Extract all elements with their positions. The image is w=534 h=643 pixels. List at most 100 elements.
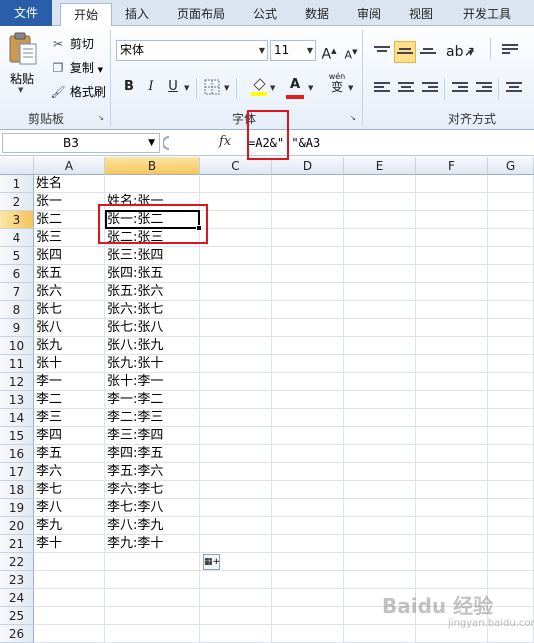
- grow-font-button[interactable]: A▲: [318, 40, 340, 63]
- border-dropdown-icon[interactable]: ▼: [224, 84, 229, 92]
- row-header-18[interactable]: 18: [0, 481, 34, 499]
- row-header-22[interactable]: 22: [0, 553, 34, 571]
- cell-b18[interactable]: 李六:李七: [105, 481, 200, 499]
- cell-b10[interactable]: 张八:张九: [105, 337, 200, 355]
- paste-dropdown-icon[interactable]: ▼: [18, 86, 23, 94]
- row-header-8[interactable]: 8: [0, 301, 34, 319]
- cell-b8[interactable]: 张六:张七: [105, 301, 200, 319]
- clipboard-launcher-icon[interactable]: ↘: [98, 114, 104, 122]
- cell-a8[interactable]: 张七: [34, 301, 105, 319]
- row-header-14[interactable]: 14: [0, 409, 34, 427]
- bold-button[interactable]: B: [118, 76, 140, 98]
- cell-a4[interactable]: 张三: [34, 229, 105, 247]
- phonetic-dropdown-icon[interactable]: ▼: [348, 84, 353, 92]
- column-header-e[interactable]: E: [344, 157, 416, 175]
- column-header-b[interactable]: B: [105, 157, 200, 175]
- decrease-indent-icon[interactable]: [452, 82, 468, 94]
- cell-a11[interactable]: 张十: [34, 355, 105, 373]
- row-header-7[interactable]: 7: [0, 283, 34, 301]
- cell-a15[interactable]: 李四: [34, 427, 105, 445]
- align-right-icon[interactable]: [422, 82, 438, 94]
- underline-button[interactable]: U: [162, 76, 184, 98]
- font-launcher-icon[interactable]: ↘: [350, 114, 356, 122]
- copy-button[interactable]: ❐ 复制 ▼: [50, 58, 103, 78]
- select-all-corner[interactable]: [0, 157, 34, 175]
- row-header-13[interactable]: 13: [0, 391, 34, 409]
- cell-b11[interactable]: 张九:张十: [105, 355, 200, 373]
- orientation-button[interactable]: ab↗: [446, 41, 475, 63]
- tab-formulas[interactable]: 公式: [244, 3, 286, 26]
- align-middle-button[interactable]: [394, 41, 416, 63]
- underline-dropdown-icon[interactable]: ▼: [184, 84, 189, 92]
- tab-data[interactable]: 数据: [296, 3, 338, 26]
- orientation-dropdown-icon[interactable]: ▼: [468, 49, 473, 57]
- row-header-11[interactable]: 11: [0, 355, 34, 373]
- row-header-1[interactable]: 1: [0, 175, 34, 193]
- cut-button[interactable]: ✂ 剪切: [50, 34, 94, 54]
- cell-b15[interactable]: 李三:李四: [105, 427, 200, 445]
- row-header-26[interactable]: 26: [0, 625, 34, 643]
- fill-color-dropdown-icon[interactable]: ▼: [270, 84, 275, 92]
- format-painter-button[interactable]: 🖌 格式刷: [50, 82, 105, 102]
- cell-a5[interactable]: 张四: [34, 247, 105, 265]
- align-left-icon[interactable]: [374, 82, 390, 94]
- active-cell-border[interactable]: [105, 210, 200, 229]
- cell-b17[interactable]: 李五:李六: [105, 463, 200, 481]
- cell-a9[interactable]: 张八: [34, 319, 105, 337]
- cell-b9[interactable]: 张七:张八: [105, 319, 200, 337]
- font-color-button[interactable]: A: [284, 74, 306, 96]
- row-header-20[interactable]: 20: [0, 517, 34, 535]
- paste-button[interactable]: 粘贴: [10, 70, 34, 87]
- cell-a12[interactable]: 李一: [34, 373, 105, 391]
- cell-b7[interactable]: 张五:张六: [105, 283, 200, 301]
- cell-a18[interactable]: 李七: [34, 481, 105, 499]
- cell-b16[interactable]: 李四:李五: [105, 445, 200, 463]
- cell-b21[interactable]: 李九:李十: [105, 535, 200, 553]
- tab-page-layout[interactable]: 页面布局: [166, 3, 236, 26]
- tab-developer[interactable]: 开发工具: [452, 3, 522, 26]
- cell-b6[interactable]: 张四:张五: [105, 265, 200, 283]
- chevron-down-icon[interactable]: ▼: [259, 41, 265, 60]
- cell-b14[interactable]: 李二:李三: [105, 409, 200, 427]
- cell-a16[interactable]: 李五: [34, 445, 105, 463]
- column-header-g[interactable]: G: [488, 157, 534, 175]
- column-header-f[interactable]: F: [416, 157, 488, 175]
- font-color-dropdown-icon[interactable]: ▼: [308, 84, 313, 92]
- italic-button[interactable]: I: [140, 76, 162, 98]
- cell-a2[interactable]: 张一: [34, 193, 105, 211]
- merge-center-icon[interactable]: [506, 82, 522, 94]
- wrap-text-icon[interactable]: [502, 44, 518, 56]
- cell-b1[interactable]: [105, 175, 200, 193]
- row-header-2[interactable]: 2: [0, 193, 34, 211]
- cell-a3[interactable]: 张二: [34, 211, 105, 229]
- row-header-9[interactable]: 9: [0, 319, 34, 337]
- tab-review[interactable]: 审阅: [348, 3, 390, 26]
- row-header-17[interactable]: 17: [0, 463, 34, 481]
- autofill-options-icon[interactable]: ▦+: [203, 554, 220, 570]
- column-header-a[interactable]: A: [34, 157, 105, 175]
- chevron-down-icon[interactable]: ▼: [148, 134, 155, 152]
- row-header-24[interactable]: 24: [0, 589, 34, 607]
- name-box[interactable]: B3 ▼: [2, 133, 160, 153]
- border-icon[interactable]: [204, 79, 220, 95]
- phonetic-button[interactable]: wén 变: [326, 72, 348, 94]
- row-header-15[interactable]: 15: [0, 427, 34, 445]
- cell-a13[interactable]: 李二: [34, 391, 105, 409]
- font-size-combo[interactable]: 11 ▼: [270, 40, 316, 61]
- chevron-down-icon[interactable]: ▼: [307, 41, 313, 60]
- cell-a17[interactable]: 李六: [34, 463, 105, 481]
- paste-icon[interactable]: [6, 32, 40, 68]
- align-bottom-icon[interactable]: [420, 48, 436, 60]
- cell-a7[interactable]: 张六: [34, 283, 105, 301]
- increase-indent-icon[interactable]: [476, 82, 492, 94]
- row-header-5[interactable]: 5: [0, 247, 34, 265]
- cell-a14[interactable]: 李三: [34, 409, 105, 427]
- cell-b12[interactable]: 张十:李一: [105, 373, 200, 391]
- row-header-3[interactable]: 3: [0, 211, 34, 229]
- tab-home[interactable]: 开始: [60, 3, 112, 27]
- cell-a21[interactable]: 李十: [34, 535, 105, 553]
- align-center-icon[interactable]: [398, 82, 414, 94]
- cell-b13[interactable]: 李一:李二: [105, 391, 200, 409]
- cell-b19[interactable]: 李七:李八: [105, 499, 200, 517]
- cell-a6[interactable]: 张五: [34, 265, 105, 283]
